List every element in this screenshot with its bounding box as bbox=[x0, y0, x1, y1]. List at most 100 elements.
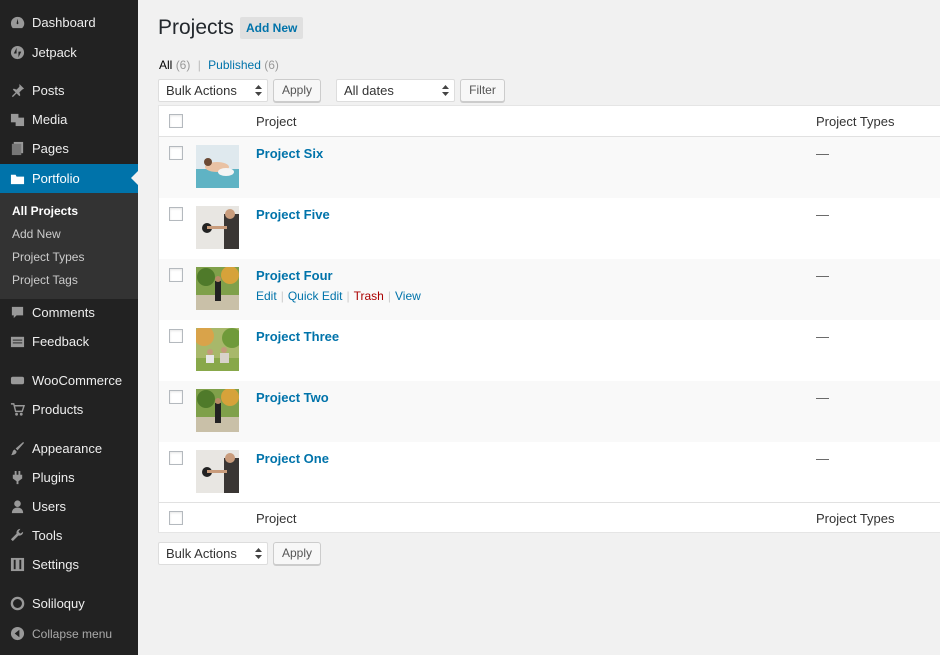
project-title-link[interactable]: Project Six bbox=[256, 146, 323, 161]
project-title-link[interactable]: Project Four bbox=[256, 268, 333, 283]
menu-users[interactable]: Users bbox=[0, 492, 138, 521]
menu-label: WooCommerce bbox=[32, 373, 123, 388]
table-row: Project Five — bbox=[159, 198, 940, 259]
plugin-icon bbox=[9, 470, 25, 486]
project-thumbnail[interactable] bbox=[196, 328, 239, 371]
project-thumbnail[interactable] bbox=[196, 206, 239, 249]
project-types-value: — bbox=[816, 207, 829, 222]
add-new-button[interactable]: Add New bbox=[240, 17, 304, 39]
select-arrows-icon bbox=[255, 85, 262, 96]
view-all-count: (6) bbox=[175, 58, 191, 72]
project-title-link[interactable]: Project One bbox=[256, 451, 329, 466]
project-thumbnail[interactable] bbox=[196, 267, 239, 310]
menu-feedback[interactable]: Feedback bbox=[0, 327, 138, 356]
menu-label: Feedback bbox=[32, 334, 90, 349]
submenu-project-tags[interactable]: Project Tags bbox=[12, 273, 78, 287]
submenu-project-types[interactable]: Project Types bbox=[12, 250, 84, 264]
menu-label: Settings bbox=[32, 557, 79, 572]
feedback-icon bbox=[9, 334, 25, 350]
trash-link[interactable]: Trash bbox=[354, 289, 384, 303]
woocommerce-icon bbox=[9, 373, 25, 389]
menu-appearance[interactable]: Appearance bbox=[0, 434, 138, 463]
dashboard-icon bbox=[9, 15, 25, 31]
submenu-add-new[interactable]: Add New bbox=[12, 227, 61, 241]
view-separator: | bbox=[197, 58, 201, 72]
portfolio-submenu: All Projects Add New Project Types Proje… bbox=[0, 193, 138, 299]
view-published-count: (6) bbox=[264, 58, 279, 72]
admin-sidebar: Dashboard Jetpack Posts Media Pages Port… bbox=[0, 0, 138, 655]
row-checkbox[interactable] bbox=[169, 207, 183, 221]
brush-icon bbox=[9, 441, 25, 457]
action-separator: | bbox=[346, 289, 350, 303]
pin-icon bbox=[9, 83, 25, 99]
menu-jetpack[interactable]: Jetpack bbox=[0, 38, 138, 67]
project-thumbnail[interactable] bbox=[196, 145, 239, 188]
view-all-link[interactable]: All bbox=[159, 58, 172, 72]
menu-label: Portfolio bbox=[32, 171, 80, 186]
menu-comments[interactable]: Comments bbox=[0, 298, 138, 327]
menu-label: Tools bbox=[32, 528, 63, 543]
project-title-link[interactable]: Project Three bbox=[256, 329, 339, 344]
menu-products[interactable]: Products bbox=[0, 395, 138, 424]
row-checkbox[interactable] bbox=[169, 146, 183, 160]
view-link[interactable]: View bbox=[395, 289, 421, 303]
view-published-link[interactable]: Published bbox=[208, 58, 261, 72]
cart-icon bbox=[9, 402, 25, 418]
table-row: Project Two — bbox=[159, 381, 940, 442]
row-checkbox[interactable] bbox=[169, 268, 183, 282]
edit-link[interactable]: Edit bbox=[256, 289, 277, 303]
project-types-value: — bbox=[816, 146, 829, 161]
collapse-menu-button[interactable]: Collapse menu bbox=[0, 619, 138, 648]
project-title-link[interactable]: Project Two bbox=[256, 390, 329, 405]
row-checkbox[interactable] bbox=[169, 390, 183, 404]
menu-settings[interactable]: Settings bbox=[0, 550, 138, 579]
quick-edit-link[interactable]: Quick Edit bbox=[288, 289, 343, 303]
menu-soliloquy[interactable]: Soliloquy bbox=[0, 589, 138, 618]
menu-pages[interactable]: Pages bbox=[0, 134, 138, 163]
select-arrows-icon bbox=[255, 548, 262, 559]
project-thumbnail[interactable] bbox=[196, 389, 239, 432]
menu-plugins[interactable]: Plugins bbox=[0, 463, 138, 492]
menu-label: Jetpack bbox=[32, 45, 77, 60]
pages-icon bbox=[9, 141, 25, 157]
menu-tools[interactable]: Tools bbox=[0, 521, 138, 550]
collapse-label: Collapse menu bbox=[32, 626, 113, 641]
table-row: Project Six — bbox=[159, 137, 940, 198]
menu-media[interactable]: Media bbox=[0, 105, 138, 134]
column-project-footer[interactable]: Project bbox=[256, 511, 296, 526]
menu-portfolio[interactable]: Portfolio bbox=[0, 164, 138, 193]
filter-button[interactable]: Filter bbox=[460, 79, 505, 102]
bulk-actions-value: Bulk Actions bbox=[166, 546, 237, 561]
media-icon bbox=[9, 112, 25, 128]
project-types-value: — bbox=[816, 390, 829, 405]
menu-dashboard[interactable]: Dashboard bbox=[0, 8, 138, 37]
row-checkbox[interactable] bbox=[169, 451, 183, 465]
column-project-header[interactable]: Project bbox=[256, 114, 296, 129]
row-checkbox[interactable] bbox=[169, 329, 183, 343]
page-title: Projects bbox=[158, 16, 234, 39]
table-row: Project Three — bbox=[159, 320, 940, 381]
bulk-actions-value: Bulk Actions bbox=[166, 83, 237, 98]
menu-label: Posts bbox=[32, 83, 65, 98]
menu-label: Users bbox=[32, 499, 66, 514]
project-types-value: — bbox=[816, 268, 829, 283]
menu-label: Appearance bbox=[32, 441, 103, 456]
select-all-checkbox[interactable] bbox=[169, 114, 183, 128]
apply-button-bottom[interactable]: Apply bbox=[273, 542, 321, 565]
column-project-types-header: Project Types bbox=[816, 114, 895, 129]
projects-table: Project Project Types Project Six — Proj… bbox=[158, 105, 940, 533]
column-project-types-footer: Project Types bbox=[816, 511, 895, 526]
project-thumbnail[interactable] bbox=[196, 450, 239, 493]
bulk-actions-select[interactable]: Bulk Actions bbox=[158, 79, 268, 102]
select-arrows-icon bbox=[442, 85, 449, 96]
menu-woocommerce[interactable]: WooCommerce bbox=[0, 366, 138, 395]
submenu-all-projects[interactable]: All Projects bbox=[12, 204, 78, 218]
dates-select[interactable]: All dates bbox=[336, 79, 455, 102]
menu-posts[interactable]: Posts bbox=[0, 76, 138, 105]
bulk-actions-select-bottom[interactable]: Bulk Actions bbox=[158, 542, 268, 565]
jetpack-icon bbox=[9, 45, 25, 61]
apply-button-top[interactable]: Apply bbox=[273, 79, 321, 102]
select-all-checkbox-bottom[interactable] bbox=[169, 511, 183, 525]
project-title-link[interactable]: Project Five bbox=[256, 207, 330, 222]
menu-label: Dashboard bbox=[32, 15, 96, 30]
